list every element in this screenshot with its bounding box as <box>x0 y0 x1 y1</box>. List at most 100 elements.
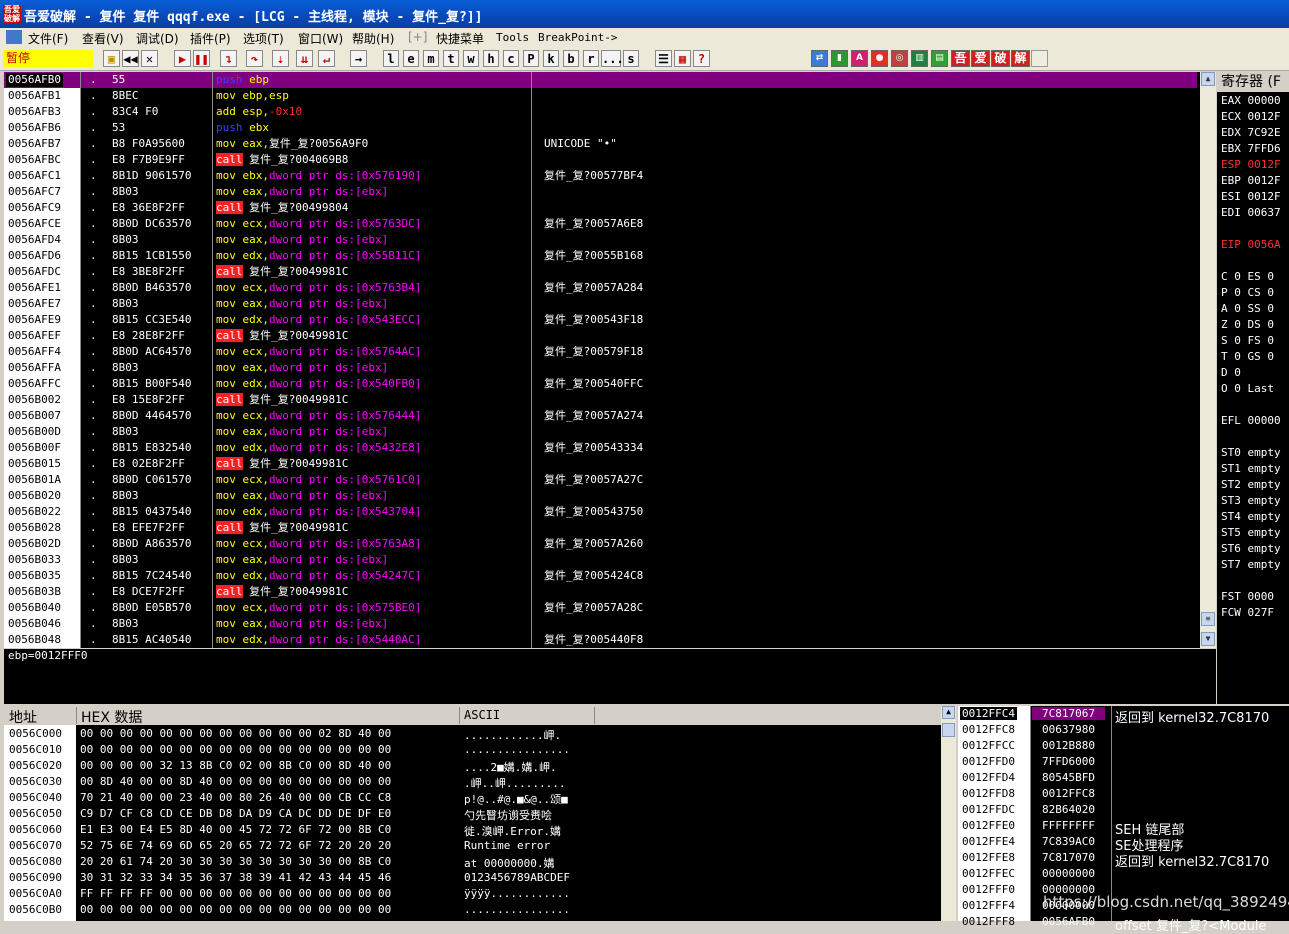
stack-row[interactable]: 0012FFEC 00000000 <box>958 866 1289 882</box>
register-row[interactable]: EAX 00000 <box>1221 94 1281 107</box>
restart-icon[interactable]: ◀◀ <box>122 50 139 67</box>
open-icon[interactable]: ▣ <box>103 50 120 67</box>
stack-row[interactable]: 0012FFCC 0012B880 <box>958 738 1289 754</box>
cpu-disassembly-pane[interactable]: 0056AFB0. 55 push ebp 0056AFB1. 8BEC mov ebp,… <box>4 72 1216 648</box>
menu-file[interactable]: 文件(F) <box>28 30 68 47</box>
disasm-row[interactable]: 0056B015. E8 02E8F2FF call 复件_复?0049981C <box>4 456 1197 472</box>
memory-dump-pane[interactable]: 地址 HEX 数据 ASCII 0056C000 00 00 00 00 00 0… <box>4 706 956 921</box>
dump-scrollbar[interactable]: ▲ <box>941 706 956 921</box>
dump-header-ascii[interactable]: ASCII <box>464 708 500 722</box>
panel-icon[interactable]: ▤ <box>931 50 948 67</box>
register-row[interactable]: ST4 empty <box>1221 510 1281 523</box>
stack-pane[interactable]: 0012FFC4 7C817067 返回到 kernel32.7C8170 0012F… <box>958 706 1289 921</box>
scroll-up-icon[interactable]: ▲ <box>1201 72 1215 86</box>
brand-ai-button[interactable]: 爱 <box>971 50 990 67</box>
menu-tools[interactable]: Tools <box>496 31 529 44</box>
toolbar-e-button[interactable]: e <box>403 50 419 67</box>
register-row[interactable]: C 0 ES 0 <box>1221 270 1274 283</box>
scroll-down-icon[interactable]: ▼ <box>1201 632 1215 646</box>
system-menu-icon[interactable] <box>6 30 22 44</box>
disasm-row[interactable]: 0056AFFA. 8B03 mov eax,dword ptr ds:[ebx] <box>4 360 1197 376</box>
menu-window[interactable]: 窗口(W) <box>298 30 343 47</box>
register-row[interactable]: ESI 0012F <box>1221 190 1281 203</box>
disasm-row[interactable]: 0056AFB1. 8BEC mov ebp,esp <box>4 88 1197 104</box>
disasm-row[interactable]: 0056B035. 8B15 7C24540 mov edx,dword ptr d… <box>4 568 1197 584</box>
stack-row[interactable]: 0012FFD0 7FFD6000 <box>958 754 1289 770</box>
toolbar-b-button[interactable]: b <box>563 50 579 67</box>
brand-po-button[interactable]: 破 <box>991 50 1010 67</box>
run-icon[interactable]: ▶ <box>174 50 191 67</box>
disasm-row[interactable]: 0056AFE9. 8B15 CC3E540 mov edx,dword ptr d… <box>4 312 1197 328</box>
menu-shortcuts[interactable]: 快捷菜单 <box>436 30 484 47</box>
disasm-row[interactable]: 0056B048. 8B15 AC40540 mov edx,dword ptr d… <box>4 632 1197 648</box>
disasm-row[interactable]: 0056AFF4. 8B0D AC64570 mov ecx,dword ptr d… <box>4 344 1197 360</box>
disasm-row[interactable]: 0056B01A. 8B0D C061570 mov ecx,dword ptr d… <box>4 472 1197 488</box>
toolbar-k-button[interactable]: k <box>543 50 559 67</box>
register-row[interactable]: EFL 00000 <box>1221 414 1281 427</box>
dump-header-address[interactable]: 地址 <box>9 707 37 727</box>
help-icon[interactable]: ? <box>693 50 710 67</box>
disasm-row[interactable]: 0056B00D. 8B03 mov eax,dword ptr ds:[ebx] <box>4 424 1197 440</box>
register-row[interactable]: ECX 0012F <box>1221 110 1281 123</box>
stack-row[interactable]: 0012FFD4 80545BFD <box>958 770 1289 786</box>
menu-breakpoint[interactable]: BreakPoint-> <box>538 31 617 44</box>
a-icon[interactable]: A <box>851 50 868 67</box>
register-row[interactable]: Z 0 DS 0 <box>1221 318 1274 331</box>
stack-row[interactable]: 0012FFC4 7C817067 返回到 kernel32.7C8170 <box>958 706 1289 722</box>
toolbar-c-button[interactable]: c <box>503 50 519 67</box>
disasm-row[interactable]: 0056B040. 8B0D E05B570 mov ecx,dword ptr d… <box>4 600 1197 616</box>
disasm-row[interactable]: 0056AFCE. 8B0D DC63570 mov ecx,dword ptr d… <box>4 216 1197 232</box>
target-icon[interactable]: ◎ <box>891 50 908 67</box>
brand-wu-button[interactable]: 吾 <box>951 50 970 67</box>
stack-row[interactable]: 0012FFD8 0012FFC8 <box>958 786 1289 802</box>
register-row[interactable]: EIP 0056A <box>1221 238 1281 251</box>
register-row[interactable]: ST2 empty <box>1221 478 1281 491</box>
chart-icon[interactable]: ▥ <box>911 50 928 67</box>
disasm-row[interactable]: 0056B03B. E8 DCE7F2FF call 复件_复?0049981C <box>4 584 1197 600</box>
disasm-row[interactable]: 0056B020. 8B03 mov eax,dword ptr ds:[ebx] <box>4 488 1197 504</box>
disasm-row[interactable]: 0056AFFC. 8B15 B00F540 mov edx,dword ptr d… <box>4 376 1197 392</box>
register-row[interactable]: ESP 0012F <box>1221 158 1281 171</box>
trace-into-icon[interactable]: ⇣ <box>272 50 289 67</box>
stack-row[interactable]: 0012FFE4 7C839AC0 SE处理程序 <box>958 834 1289 850</box>
disasm-row[interactable]: 0056AFBC. E8 F7B9E9FF call 复件_复?004069B8 <box>4 152 1197 168</box>
step-over-icon[interactable]: ↷ <box>246 50 263 67</box>
disasm-row[interactable]: 0056AFEF. E8 28E8F2FF call 复件_复?0049981C <box>4 328 1197 344</box>
disasm-row[interactable]: 0056B046. 8B03 mov eax,dword ptr ds:[ebx] <box>4 616 1197 632</box>
toolbar-w-button[interactable]: w <box>463 50 479 67</box>
disasm-row[interactable]: 0056AFB3. 83C4 F0 add esp,-0x10 <box>4 104 1197 120</box>
dump-header-hex[interactable]: HEX 数据 <box>81 707 142 727</box>
register-row[interactable]: EDI 00637 <box>1221 206 1281 219</box>
pause-icon[interactable]: ❚❚ <box>193 50 210 67</box>
disasm-row[interactable]: 0056AFD6. 8B15 1CB1550 mov edx,dword ptr d… <box>4 248 1197 264</box>
toolbar-dots-button[interactable]: ... <box>601 50 621 67</box>
menu-plugins[interactable]: 插件(P) <box>190 30 231 47</box>
menu-options[interactable]: 选项(T) <box>243 30 284 47</box>
disasm-row[interactable]: 0056AFDC. E8 3BE8F2FF call 复件_复?0049981C <box>4 264 1197 280</box>
toolbar-s-button[interactable]: s <box>623 50 639 67</box>
dump-scroll-thumb[interactable] <box>942 723 955 737</box>
disasm-row[interactable]: 0056B033. 8B03 mov eax,dword ptr ds:[ebx] <box>4 552 1197 568</box>
register-row[interactable]: ST3 empty <box>1221 494 1281 507</box>
disasm-row[interactable]: 0056B022. 8B15 0437540 mov edx,dword ptr d… <box>4 504 1197 520</box>
brand-jie-button[interactable]: 解 <box>1011 50 1030 67</box>
scroll-thumb[interactable]: ≡ <box>1201 612 1215 626</box>
close-icon[interactable]: ✕ <box>141 50 158 67</box>
register-row[interactable]: T 0 GS 0 <box>1221 350 1274 363</box>
disasm-row[interactable]: 0056AFD4. 8B03 mov eax,dword ptr ds:[ebx] <box>4 232 1197 248</box>
toolbar-p-button[interactable]: P <box>523 50 539 67</box>
register-row[interactable]: FST 0000 <box>1221 590 1274 603</box>
step-into-icon[interactable]: ↴ <box>220 50 237 67</box>
disasm-row[interactable]: 0056B02D. 8B0D A863570 mov ecx,dword ptr d… <box>4 536 1197 552</box>
disasm-row[interactable]: 0056AFB6. 53 push ebx <box>4 120 1197 136</box>
menu-debug[interactable]: 调试(D) <box>136 30 179 47</box>
register-row[interactable]: EBX 7FFD6 <box>1221 142 1281 155</box>
register-row[interactable]: ST5 empty <box>1221 526 1281 539</box>
trace-over-icon[interactable]: ⇊ <box>296 50 313 67</box>
register-row[interactable]: EBP 0012F <box>1221 174 1281 187</box>
grid-icon[interactable]: ▦ <box>674 50 691 67</box>
stack-row[interactable]: 0012FFC8 00637980 <box>958 722 1289 738</box>
stack-row[interactable]: 0012FFDC 82B64020 <box>958 802 1289 818</box>
register-row[interactable]: ST7 empty <box>1221 558 1281 571</box>
menu-view[interactable]: 查看(V) <box>82 30 124 47</box>
